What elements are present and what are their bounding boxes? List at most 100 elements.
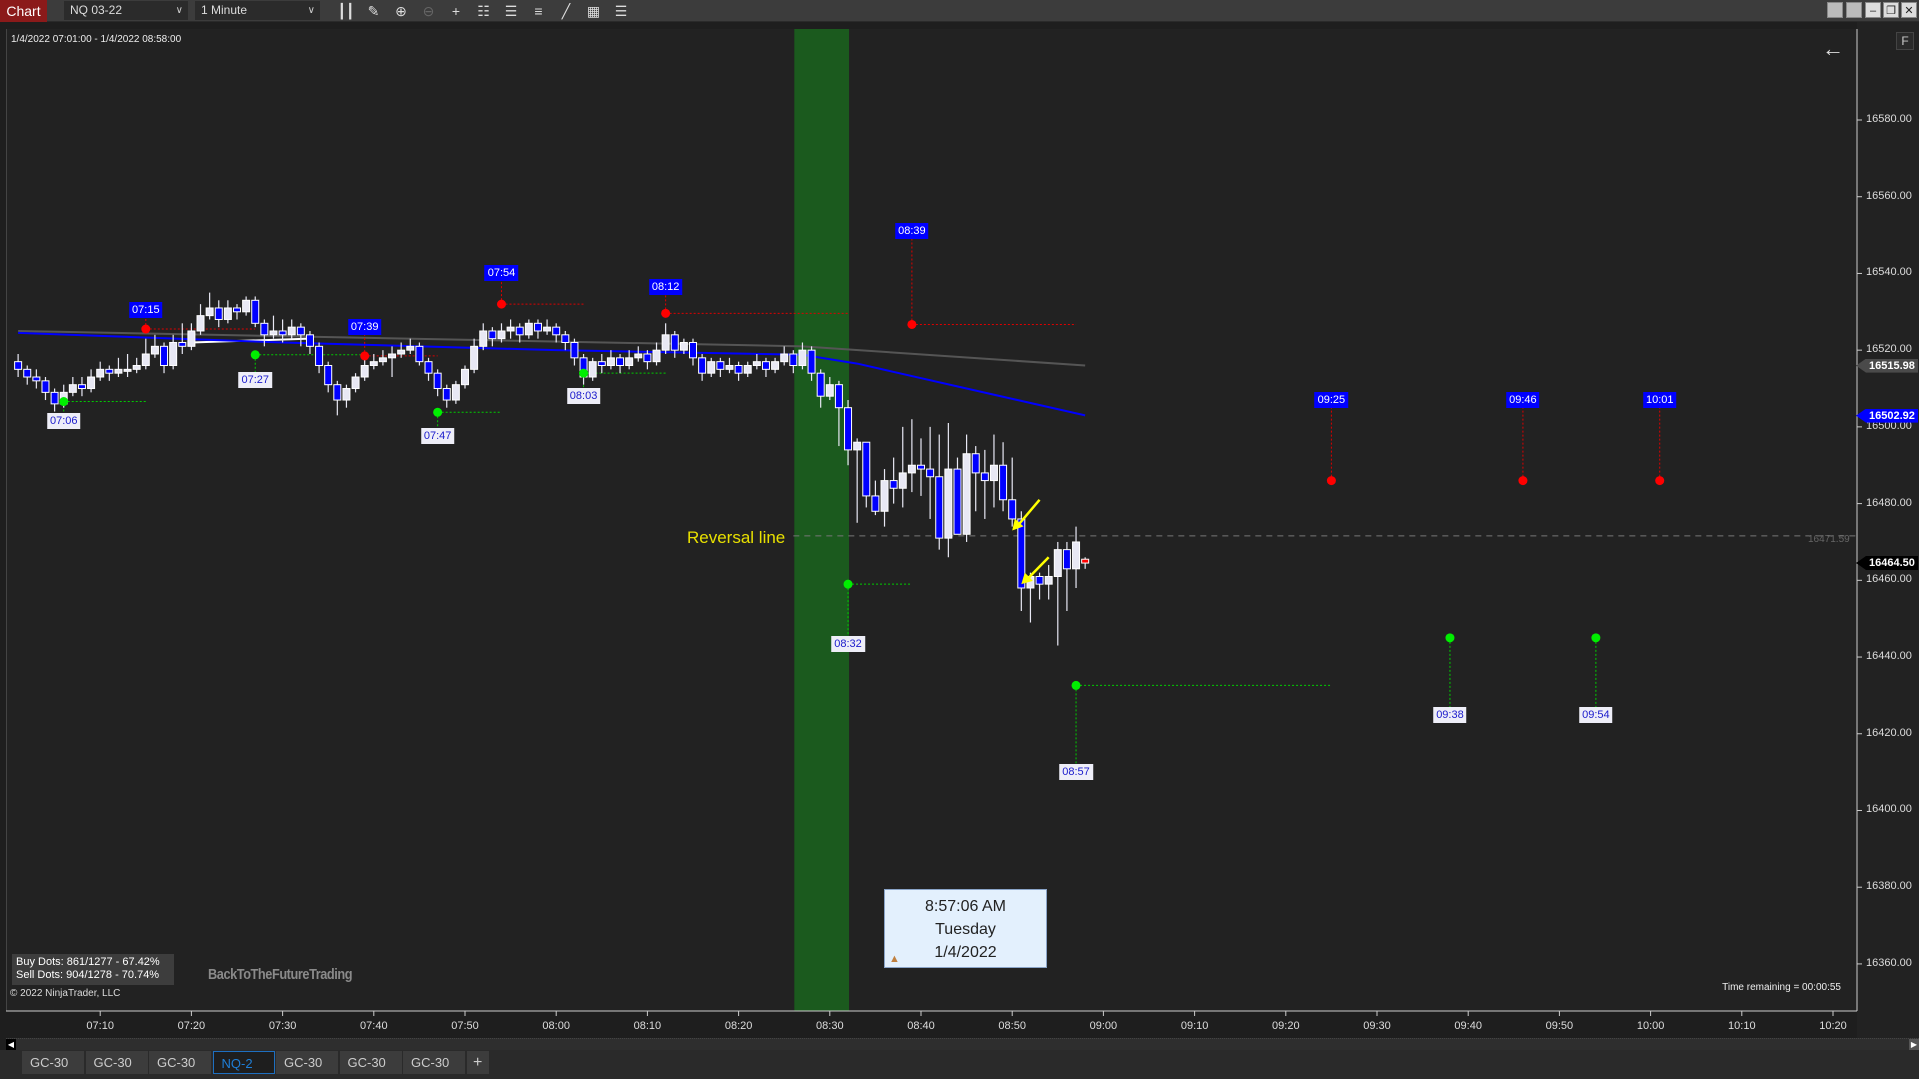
back-arrow-icon[interactable]: ←: [1822, 36, 1844, 62]
highlight-band: [794, 29, 850, 1011]
candle-body: [707, 361, 716, 374]
candle-body: [214, 307, 223, 320]
candle-body: [561, 334, 570, 343]
sell-dot: [360, 351, 370, 361]
candle-body: [907, 464, 916, 474]
sell-signal-label: 10:01: [1642, 392, 1677, 409]
candle-body: [761, 361, 770, 370]
candle-body: [597, 361, 606, 367]
tab-gc-30[interactable]: GC-30: [22, 1051, 84, 1074]
buy-signal-label: 09:38: [1433, 706, 1467, 723]
dots-stats: Buy Dots: 861/1277 - 67.42% Sell Dots: 9…: [12, 954, 174, 985]
x-tick-label: 10:20: [1819, 1020, 1847, 1032]
tab-gc-30[interactable]: GC-30: [276, 1051, 338, 1074]
candle-body: [588, 361, 597, 378]
tab-gc-30[interactable]: GC-30: [339, 1051, 402, 1074]
tooltip-date: 1/4/2022: [934, 944, 997, 961]
buy-signal-label: 08:32: [831, 635, 865, 652]
candle-body: [132, 365, 141, 370]
candle-body: [397, 349, 406, 355]
candle-body: [388, 353, 397, 359]
candle-body: [634, 353, 643, 359]
date-range: 1/4/2022 07:01:00 - 1/4/2022 08:58:00: [11, 34, 182, 45]
candle-body: [643, 353, 652, 363]
candle-body: [789, 353, 798, 367]
candle-body: [351, 376, 360, 390]
reversal-line-label: Reversal line: [687, 528, 786, 547]
candle-body: [807, 349, 816, 374]
candle-body: [515, 326, 524, 336]
candle-body: [87, 376, 96, 390]
candle-body: [1035, 575, 1044, 585]
time-remaining: Time remaining = 00:00:55: [1722, 982, 1841, 993]
candle-body: [1072, 541, 1081, 570]
add-tab-button[interactable]: +: [467, 1051, 489, 1074]
moving-average-line: [18, 329, 1086, 367]
y-tick-label: 16480.00: [1866, 496, 1912, 509]
candle-body: [689, 341, 697, 359]
copyright: © 2022 NinjaTrader, LLC: [10, 988, 121, 999]
candle-body: [825, 384, 834, 397]
candle-body: [424, 361, 433, 374]
buy-signal-label: 07:06: [46, 413, 81, 430]
candle-body: [96, 368, 105, 378]
sell-dot: [1655, 476, 1665, 486]
candle-body: [68, 384, 77, 393]
buy-dot: [250, 350, 260, 360]
candle-body: [77, 384, 86, 390]
candle-body: [780, 353, 789, 363]
sell-dot: [661, 308, 671, 318]
x-tick-label: 08:10: [633, 1020, 662, 1032]
candle-body: [543, 326, 552, 332]
x-tick-label: 07:40: [360, 1020, 388, 1032]
candle-body: [661, 334, 670, 351]
horizontal-scrollbar[interactable]: ◀ ▶: [6, 1038, 1919, 1051]
candle-body: [287, 326, 296, 336]
candle-body: [570, 341, 579, 359]
tab-gc-30[interactable]: GC-30: [149, 1051, 211, 1074]
candle-body: [242, 299, 251, 313]
candle-body: [616, 357, 625, 367]
candle-body: [442, 388, 451, 401]
sell-dot: [496, 299, 506, 309]
f-button[interactable]: F: [1896, 32, 1914, 50]
candle-body: [1081, 558, 1090, 564]
x-tick-label: 07:10: [86, 1020, 114, 1032]
candle-body: [415, 345, 424, 363]
candle-body: [305, 334, 314, 347]
candle-body: [260, 322, 269, 336]
buy-signal-label: 07:27: [238, 371, 272, 388]
buy-signal-label: 09:54: [1579, 706, 1613, 723]
tooltip-time: 8:57:06 AM: [925, 898, 1006, 915]
candle-body: [451, 384, 460, 401]
x-tick-label: 10:00: [1636, 1020, 1665, 1032]
candle-body: [652, 349, 661, 363]
y-tick-label: 16460.00: [1866, 573, 1912, 586]
candle-body: [333, 384, 342, 401]
buy-dot: [1591, 633, 1601, 643]
y-tick-label: 16440.00: [1866, 650, 1912, 663]
buy-dot: [843, 579, 853, 589]
x-tick-label: 07:20: [177, 1020, 206, 1032]
sell-dots-stat: Sell Dots: 904/1278 - 70.74%: [16, 969, 160, 981]
candle-body: [962, 453, 971, 535]
y-tick-label: 16540.00: [1866, 266, 1912, 279]
candle-body: [980, 472, 989, 482]
buy-dot: [59, 397, 69, 407]
candle-body: [369, 361, 378, 367]
tab-gc-30[interactable]: GC-30: [85, 1051, 148, 1074]
candle-body: [269, 330, 278, 336]
candle-body: [205, 307, 214, 317]
candle-body: [123, 368, 132, 372]
x-tick-label: 08:20: [724, 1020, 753, 1032]
candle-body: [141, 353, 150, 367]
candle-body: [114, 368, 123, 374]
candle-body: [926, 468, 935, 478]
price-chart: [6, 29, 1862, 1016]
candle-body: [342, 388, 351, 401]
candle-body: [971, 453, 980, 474]
tab-gc-30[interactable]: GC-30: [403, 1051, 465, 1074]
x-tick-label: 08:50: [998, 1020, 1026, 1032]
candle-body: [935, 476, 944, 539]
tab-nq-2[interactable]: NQ-2: [212, 1051, 275, 1074]
